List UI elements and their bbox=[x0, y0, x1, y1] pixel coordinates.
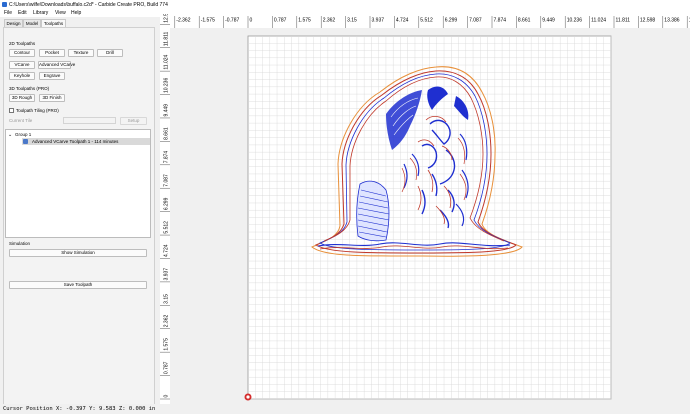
toolpath-tree[interactable]: ⌄ Group 1 Advanced VCarve Toolpath 1 - 1… bbox=[5, 129, 151, 238]
design-canvas[interactable]: -2.362 -1.575 -0.787 0 0.787 1.575 2.362 3.15 3.… bbox=[160, 14, 690, 404]
ruler-y-label: 2.362 bbox=[164, 315, 170, 328]
menu-library[interactable]: Library bbox=[33, 10, 48, 16]
app-icon bbox=[2, 2, 7, 7]
ruler-x-label: 6.299 bbox=[445, 18, 458, 24]
toolpaths-3d-label: 3D Toolpaths (PRO) bbox=[9, 86, 50, 91]
ruler-x-label: 9.449 bbox=[542, 18, 555, 24]
ruler-y-label: 0.787 bbox=[164, 361, 170, 374]
origin-marker bbox=[244, 393, 252, 401]
advanced-vcarve-button[interactable]: Advanced VCarve bbox=[38, 61, 75, 69]
ruler-x-label: 4.724 bbox=[396, 18, 409, 24]
ruler-y-label: 7.874 bbox=[164, 151, 170, 164]
ruler-x-label: 5.512 bbox=[420, 18, 433, 24]
ruler-y-label: 9.449 bbox=[164, 104, 170, 117]
toolpath-item-label: Advanced VCarve Toolpath 1 - 114 minutes bbox=[32, 138, 119, 144]
menu-edit[interactable]: Edit bbox=[18, 10, 27, 16]
ruler-x-label: 7.087 bbox=[469, 18, 482, 24]
contour-button[interactable]: Contour bbox=[9, 49, 35, 57]
drill-button[interactable]: Drill bbox=[97, 49, 123, 57]
engrave-button[interactable]: Engrave bbox=[39, 72, 65, 80]
group-label[interactable]: Group 1 bbox=[15, 132, 31, 137]
ruler-y-label: 3.937 bbox=[164, 268, 170, 281]
window-title: C:\Users\wilfe\Downloads\buffalo.c2d* - … bbox=[9, 1, 168, 8]
3d-finish-button[interactable]: 3D Finish bbox=[39, 94, 65, 102]
status-bar: Cursor Position X: -0.397 Y: 9.583 Z: 0.… bbox=[0, 404, 690, 414]
toolpath-tiling-label: Toolpath Tiling (PRO) bbox=[16, 108, 59, 113]
menu-view[interactable]: View bbox=[55, 10, 66, 16]
ruler-x-label: 0.787 bbox=[274, 18, 287, 24]
ruler-x-label: 11.024 bbox=[591, 18, 606, 24]
vcarve-button[interactable]: VCarve bbox=[9, 61, 35, 69]
ruler-y-label: 1.575 bbox=[164, 338, 170, 351]
simulation-label: Simulation bbox=[9, 241, 31, 246]
ruler-x-label: 3.15 bbox=[347, 18, 357, 24]
texture-button[interactable]: Texture bbox=[68, 49, 94, 57]
ruler-x-label: 10.236 bbox=[567, 18, 583, 24]
vcarve-tool-icon bbox=[23, 139, 28, 144]
current-tile-select[interactable] bbox=[63, 117, 116, 124]
menu-file[interactable]: File bbox=[4, 10, 12, 16]
toolpath-item[interactable]: Advanced VCarve Toolpath 1 - 114 minutes bbox=[22, 138, 150, 145]
tab-toolpaths[interactable]: Toolpaths bbox=[41, 19, 66, 27]
ruler-x-label: -0.787 bbox=[225, 18, 239, 24]
ruler-x-label: 8.661 bbox=[518, 18, 531, 24]
ruler-x-label: 7.874 bbox=[494, 18, 507, 24]
toolpath-tiling-checkbox[interactable] bbox=[9, 108, 14, 113]
ruler-x-label: 3.937 bbox=[372, 18, 385, 24]
ruler-x-label: 11.811 bbox=[616, 18, 631, 24]
ruler-x-label: -1.575 bbox=[201, 18, 215, 24]
ruler-x-label: 2.362 bbox=[323, 18, 336, 24]
ruler-x-label: 1.575 bbox=[298, 18, 311, 24]
ruler-x-label: 13.386 bbox=[664, 18, 680, 24]
tab-model[interactable]: Model bbox=[23, 19, 41, 27]
keyhole-button[interactable]: Keyhole bbox=[9, 72, 35, 80]
title-bar: C:\Users\wilfe\Downloads\buffalo.c2d* - … bbox=[0, 0, 690, 9]
current-tile-label: Current Tile bbox=[9, 118, 33, 123]
pocket-button[interactable]: Pocket bbox=[39, 49, 65, 57]
ruler-y-label: 11.811 bbox=[164, 31, 170, 46]
tab-bar: Design Model Toolpaths bbox=[0, 18, 160, 27]
ruler-y-label: 7.087 bbox=[164, 174, 170, 187]
ruler-y-label: 10.236 bbox=[164, 78, 170, 94]
ruler-y-label: 4.724 bbox=[164, 244, 170, 257]
tab-design[interactable]: Design bbox=[4, 19, 23, 27]
ruler-x-label: -2.362 bbox=[176, 18, 190, 24]
setup-button[interactable]: Setup bbox=[120, 117, 147, 125]
ruler-y-label: 11.024 bbox=[164, 54, 170, 69]
ruler-y-label: 0 bbox=[164, 395, 170, 398]
3d-rough-button[interactable]: 3D Rough bbox=[9, 94, 35, 102]
collapse-icon[interactable]: ⌄ bbox=[8, 132, 12, 138]
toolpaths-2d-label: 2D Toolpaths bbox=[9, 41, 36, 46]
save-toolpath-button[interactable]: Save Toolpath bbox=[9, 281, 147, 289]
ruler-x-label: 0 bbox=[250, 18, 253, 24]
ruler-x-label: 12.598 bbox=[640, 18, 656, 24]
ruler-y-label: 6.299 bbox=[164, 197, 170, 210]
ruler-y-label: 3.15 bbox=[164, 294, 170, 304]
menu-help[interactable]: Help bbox=[71, 10, 81, 16]
show-simulation-button[interactable]: Show Simulation bbox=[9, 249, 147, 257]
ruler-y-label: 8.661 bbox=[164, 127, 170, 140]
ruler-y-label: 5.512 bbox=[164, 221, 170, 234]
ruler-y-label: 12.598 bbox=[164, 14, 170, 23]
